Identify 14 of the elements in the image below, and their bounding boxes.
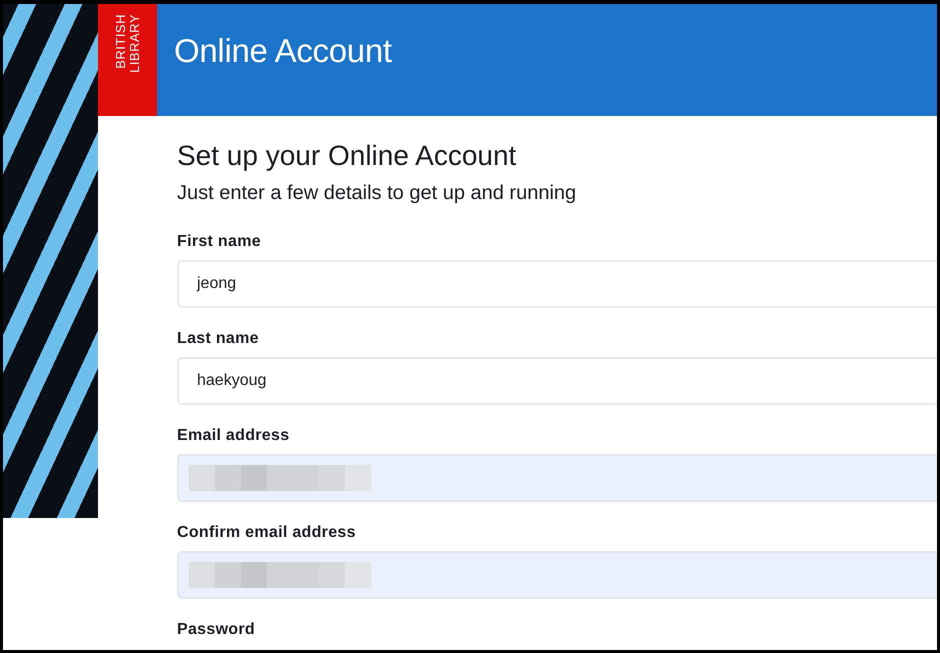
field-label: Email address [177,427,290,445]
header-title: Online Account [174,32,392,69]
field-label: Password [177,621,255,639]
form-title: Set up your Online Account [177,140,516,172]
input-field[interactable] [177,454,937,502]
logo-text: BRITISH [114,14,127,69]
form-subtitle: Just enter a few details to get up and running [177,182,576,205]
logo-text: LIBRARY [128,14,141,73]
field-label: Last name [177,330,259,348]
field-label: First name [177,233,261,251]
input-field[interactable]: haekyoug [177,357,937,405]
input-field[interactable]: jeong [177,260,937,308]
field-label: Confirm email address [177,524,356,542]
input-field[interactable] [177,551,937,599]
